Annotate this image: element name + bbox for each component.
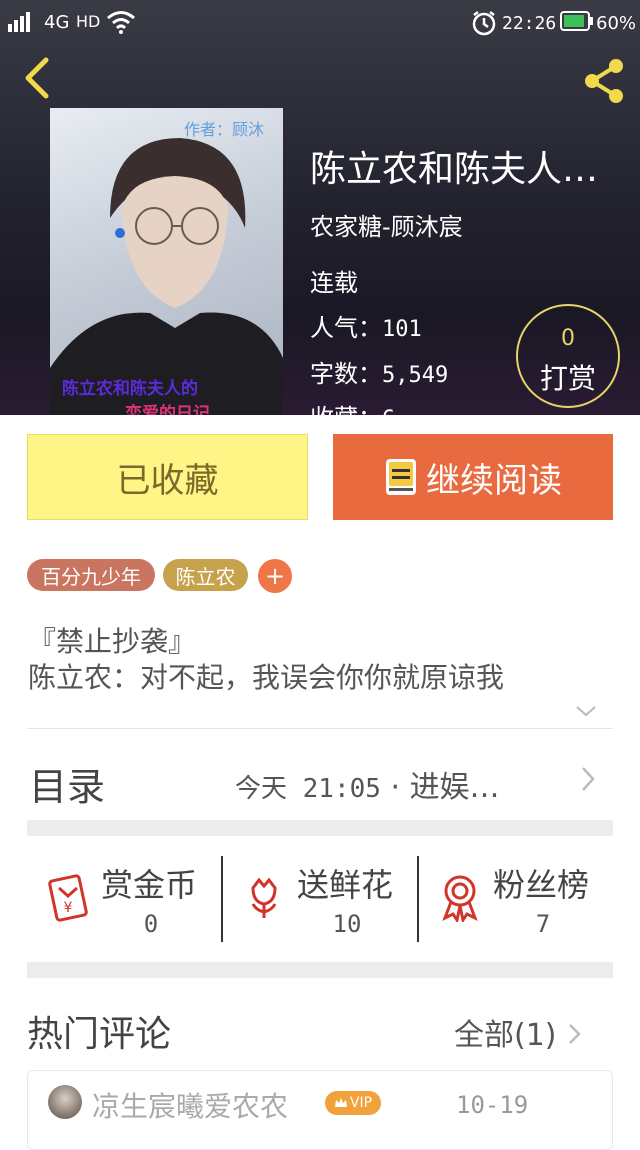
description-line: 陈立农：对不起，我误会你你就原谅我 <box>28 661 505 694</box>
all-comments-link[interactable]: 全部(1) <box>454 1010 584 1054</box>
cover-title-line1: 陈立农和陈夫人的 <box>62 379 198 399</box>
battery-level: 60% <box>596 13 637 34</box>
separator-dot: · <box>390 770 401 805</box>
avatar[interactable] <box>48 1085 82 1119</box>
stat-value: 0 <box>143 910 159 938</box>
medal-icon <box>442 875 478 922</box>
catalog-title: 目录 <box>29 765 106 809</box>
share-icon <box>585 59 623 103</box>
expand-description-button[interactable] <box>573 698 599 724</box>
favorites-value: 6 <box>382 407 395 415</box>
reward-label: 打赏 <box>539 362 596 395</box>
favorites-label: 收藏： <box>310 404 382 415</box>
flower-icon <box>251 877 277 918</box>
comment-date: 10-19 <box>456 1091 529 1119</box>
fan-ranking-cell[interactable]: 粉丝榜 7 <box>419 856 614 944</box>
tag-item[interactable]: 百分九少年 <box>27 559 155 591</box>
vip-badge: VIP <box>325 1091 381 1115</box>
latest-chapter-title: 进娱… <box>409 770 500 805</box>
book-header: 4G HD 22:26 60% 作者：顾沐 陈立农和陈夫人的 恋爱的日记 陈立农… <box>0 0 640 415</box>
stat-label: 粉丝榜 <box>493 866 590 904</box>
book-description: 『禁止抄袭』 陈立农：对不起，我误会你你就原谅我 <box>28 624 618 696</box>
book-cover[interactable]: 作者：顾沐 陈立农和陈夫人的 恋爱的日记 <box>50 108 283 415</box>
latest-chapter: 今天 21:05 · 进娱… <box>235 762 500 806</box>
stat-label: 送鲜花 <box>297 866 394 904</box>
collected-button[interactable]: 已收藏 <box>27 434 308 520</box>
clock: 22:26 <box>502 13 557 34</box>
back-button[interactable] <box>18 56 58 100</box>
cover-portrait <box>50 138 283 415</box>
wordcount-value: 5,549 <box>382 363 449 388</box>
crown-icon <box>334 1098 347 1107</box>
book-icon <box>386 459 416 495</box>
stat-label: 赏金币 <box>101 866 198 904</box>
gold-coin-reward-cell[interactable]: ¥ 赏金币 0 <box>27 856 222 944</box>
signal-icon <box>8 10 34 32</box>
comment-username[interactable]: 凉生宸曦爱农农 <box>92 1085 288 1125</box>
comment-item[interactable]: 凉生宸曦爱农农 VIP 10-19 <box>27 1070 613 1150</box>
share-button[interactable] <box>580 56 630 106</box>
add-tag-button[interactable]: + <box>258 559 292 593</box>
latest-update-time: 今天 21:05 <box>235 774 381 804</box>
continue-reading-button[interactable]: 继续阅读 <box>333 434 613 520</box>
hot-comments-title: 热门评论 <box>27 1014 172 1055</box>
tag-item[interactable]: 陈立农 <box>163 559 248 591</box>
wordcount-label: 字数： <box>310 360 382 388</box>
divider <box>27 728 613 729</box>
vip-badge-label: VIP <box>349 1095 373 1111</box>
chevron-right-icon <box>569 1024 581 1044</box>
chevron-left-icon <box>25 57 49 99</box>
send-flower-cell[interactable]: 送鲜花 10 <box>223 856 418 944</box>
book-title: 陈立农和陈夫人… <box>310 149 599 190</box>
battery-icon <box>560 10 594 32</box>
section-separator <box>27 820 613 836</box>
red-envelope-icon: ¥ <box>48 874 88 922</box>
catalog-row[interactable]: 目录 今天 21:05 · 进娱… <box>27 740 613 820</box>
hd-indicator: HD <box>76 12 101 31</box>
reward-count: 0 <box>561 326 575 351</box>
description-line: 『禁止抄袭』 <box>28 625 197 658</box>
wifi-icon <box>106 10 136 34</box>
cover-author-text: 作者：顾沐 <box>184 120 265 139</box>
favorites-stat: 收藏：6 <box>310 398 395 415</box>
book-author[interactable]: 农家糖-顾沐宸 <box>310 207 463 242</box>
book-status: 连载 <box>310 269 358 297</box>
network-type: 4G <box>44 12 70 33</box>
stat-value: 10 <box>332 910 362 938</box>
popularity-value: 101 <box>382 317 422 342</box>
alarm-icon <box>471 10 497 36</box>
all-comments-label: 全部(1) <box>454 1018 557 1053</box>
popularity-stat: 人气：101 <box>310 308 422 343</box>
status-bar: 4G HD 22:26 60% <box>0 0 640 44</box>
chevron-down-icon <box>576 706 596 717</box>
svg-text:¥: ¥ <box>64 900 73 916</box>
stat-value: 7 <box>535 910 551 938</box>
reward-button[interactable]: 0 打赏 <box>516 304 620 408</box>
popularity-label: 人气： <box>310 314 382 342</box>
continue-reading-label: 继续阅读 <box>426 460 562 501</box>
section-separator <box>27 962 613 978</box>
cover-title-line2: 恋爱的日记 <box>125 404 210 415</box>
wordcount-stat: 字数：5,549 <box>310 354 448 389</box>
chevron-right-icon <box>582 767 595 791</box>
